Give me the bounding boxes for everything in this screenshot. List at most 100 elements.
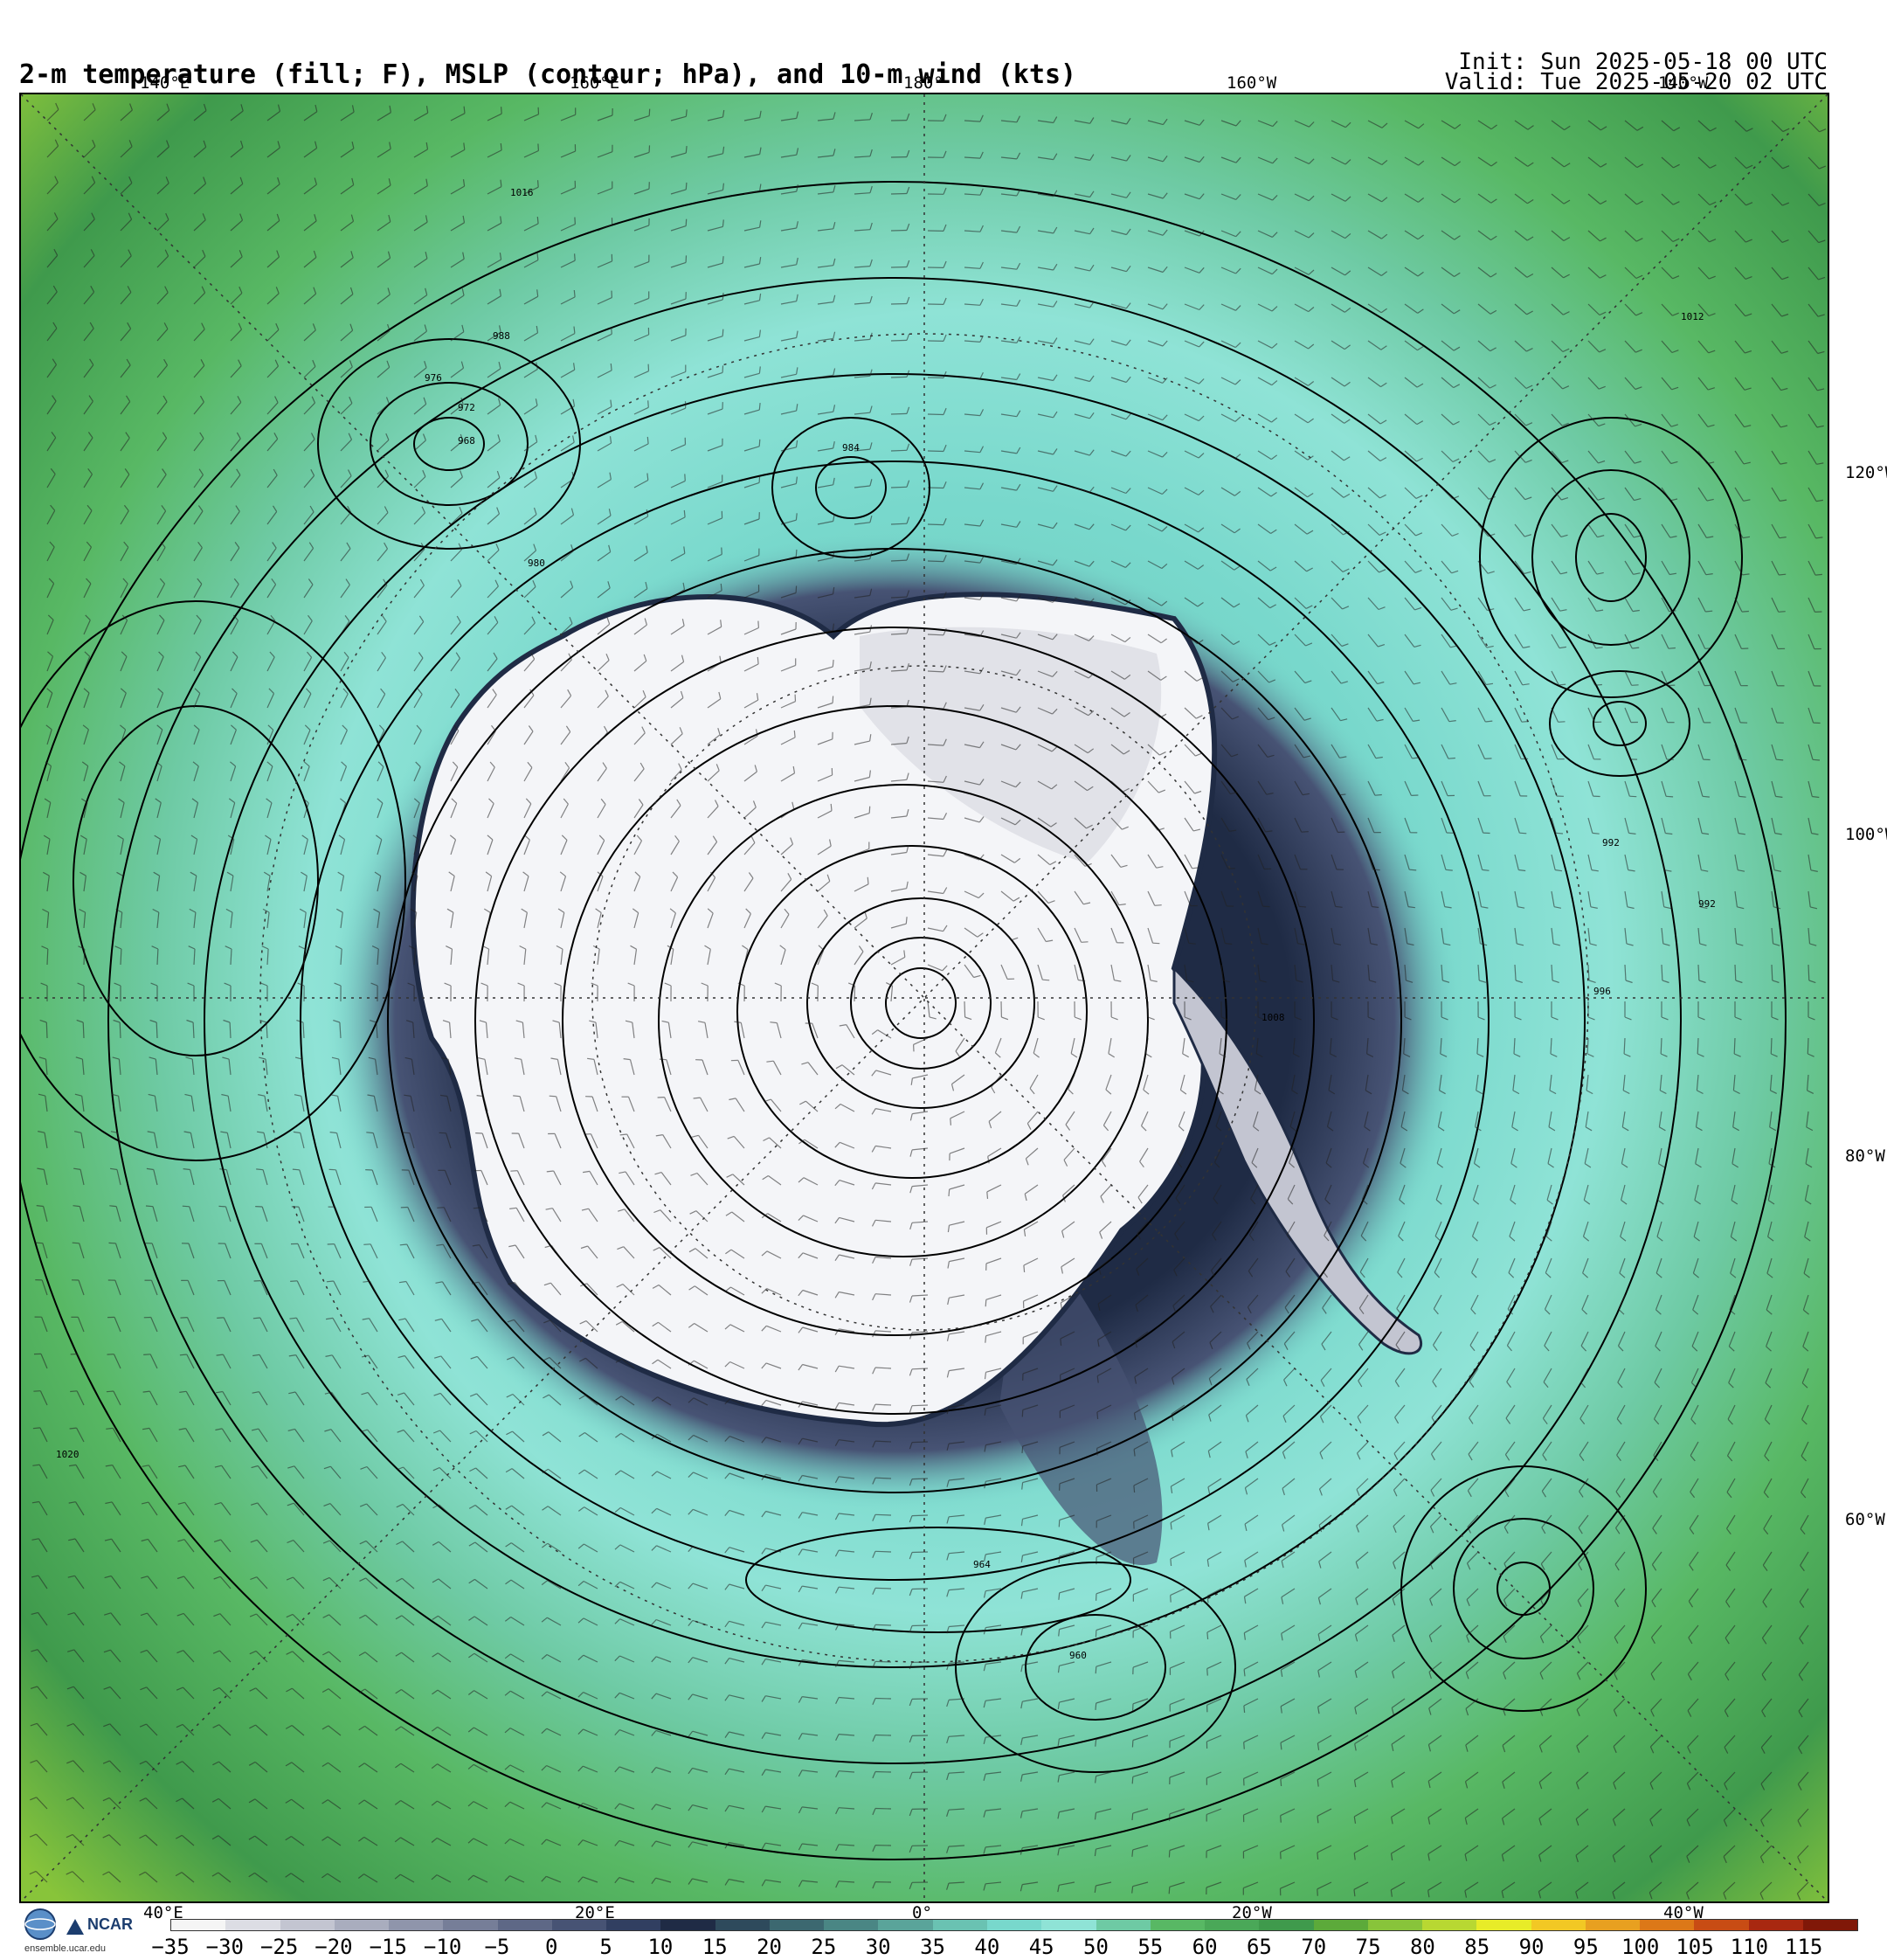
wind-barb xyxy=(890,523,908,525)
lon-label-top: 180° xyxy=(903,73,944,93)
wind-barb-flag xyxy=(439,1132,446,1134)
wind-barb-flag xyxy=(1448,757,1455,759)
map-svg: 1016 988 976 972 968 980 984 964 960 102… xyxy=(21,94,1828,1901)
wind-barb-flag xyxy=(795,585,798,593)
colorbar-swatch xyxy=(986,1920,1042,1930)
wind-barb-flag xyxy=(659,1058,667,1061)
wind-barb-flag xyxy=(758,403,761,411)
pressure-label: 984 xyxy=(842,442,860,454)
wind-barb-flag xyxy=(1131,1740,1134,1748)
wind-barb-flag xyxy=(1668,647,1676,649)
pressure-label: 968 xyxy=(458,435,475,447)
wind-barb-flag xyxy=(1776,758,1784,761)
colorbar-tick-label: −35 xyxy=(151,1935,190,1959)
wind-barb-flag xyxy=(1096,1411,1099,1420)
wind-barb-flag xyxy=(1594,683,1602,686)
wind-barb xyxy=(927,413,944,416)
wind-barb xyxy=(46,948,49,966)
colorbar-tick-label: 100 xyxy=(1621,1935,1660,1959)
wind-barb-flag xyxy=(795,549,798,557)
wind-barb-flag xyxy=(366,1132,374,1134)
wind-barb-flag xyxy=(1814,573,1822,576)
wind-barb-flag xyxy=(513,1095,521,1098)
colorbar-swatch xyxy=(1422,1920,1477,1930)
wind-barb xyxy=(83,948,86,966)
wind-barb xyxy=(911,1624,929,1627)
wind-barb-flag xyxy=(1521,720,1529,723)
wind-barb-flag xyxy=(1317,1888,1318,1896)
wind-barb-flag xyxy=(758,439,761,447)
pressure-label: 1016 xyxy=(510,187,534,198)
wind-barb xyxy=(911,1368,929,1370)
ncar-logo: NCAR ensemble.ucar.edu xyxy=(19,1905,142,1957)
wind-barb-flag xyxy=(646,436,649,444)
pressure-label: 960 xyxy=(1069,1650,1087,1661)
colorbar-swatch xyxy=(715,1920,770,1930)
colorbar-tick-label: 90 xyxy=(1518,1935,1545,1959)
wind-barb xyxy=(1697,1037,1699,1055)
wind-barb-flag xyxy=(610,363,612,371)
colorbar-tick-label: 80 xyxy=(1409,1935,1435,1959)
colorbar-tick-label: 20 xyxy=(757,1935,782,1959)
ncar-label: NCAR xyxy=(87,1915,133,1933)
wind-barb-flag xyxy=(1812,758,1821,761)
wind-barb xyxy=(874,1770,892,1773)
wind-barb-flag xyxy=(180,1317,188,1319)
lon-label-right: 120°W xyxy=(1845,463,1887,482)
wind-barb xyxy=(874,1734,892,1736)
pressure-label: 964 xyxy=(973,1559,991,1570)
wind-barb-flag xyxy=(1081,941,1089,943)
colorbar-tick-label: 95 xyxy=(1572,1935,1599,1959)
wind-barb xyxy=(874,1550,892,1553)
wind-barb-flag xyxy=(1021,1445,1024,1453)
wind-barb-flag xyxy=(1058,1556,1061,1564)
wind-barb-flag xyxy=(1206,1631,1209,1640)
wind-barb xyxy=(45,1022,48,1039)
wind-barb-flag xyxy=(1188,942,1196,945)
wind-barb-flag xyxy=(1555,832,1564,835)
wind-barb-flag xyxy=(1704,648,1712,649)
wind-barb-flag xyxy=(685,182,688,190)
wind-barb-flag xyxy=(757,656,759,664)
colorbar-tick-label: 70 xyxy=(1301,1935,1327,1959)
wind-barb-flag xyxy=(217,1317,225,1319)
wind-barb-flag xyxy=(1558,721,1566,723)
wind-barb-flag xyxy=(399,1243,407,1246)
colorbar-tick-label: 10 xyxy=(647,1935,674,1959)
wind-barb-flag xyxy=(1280,1778,1282,1787)
wind-barb-flag xyxy=(536,216,539,224)
wind-barb-flag xyxy=(795,513,798,521)
colorbar-swatch xyxy=(1150,1920,1206,1930)
wind-barb-flag xyxy=(1023,1264,1026,1272)
wind-barb-flag xyxy=(573,289,576,297)
pressure-label: 1008 xyxy=(1261,1012,1285,1023)
wind-barb xyxy=(1734,964,1737,981)
wind-barb-flag xyxy=(1262,905,1270,908)
wind-barb xyxy=(890,266,908,268)
wind-barb xyxy=(156,1022,158,1039)
wind-barb xyxy=(82,1022,85,1039)
colorbar-swatch xyxy=(660,1920,715,1930)
wind-barb-flag xyxy=(32,1427,40,1430)
temperature-colorbar xyxy=(170,1919,1858,1931)
wind-barb xyxy=(874,1587,892,1589)
wind-barb-flag xyxy=(684,474,686,481)
colorbar-tick-label: −30 xyxy=(205,1935,244,1959)
wind-barb xyxy=(927,560,944,563)
colorbar-tick-label: 75 xyxy=(1355,1935,1381,1959)
wind-barb xyxy=(874,1697,892,1700)
colorbar-swatch xyxy=(1802,1920,1858,1930)
colorbar-swatch xyxy=(1205,1920,1260,1930)
colorbar-tick-label: 35 xyxy=(920,1935,945,1959)
colorbar-tick-label: 15 xyxy=(702,1935,728,1959)
wind-barb xyxy=(890,339,908,342)
colorbar-tick-label: 5 xyxy=(599,1935,612,1959)
wind-barb xyxy=(1771,964,1773,981)
wind-barb-flag xyxy=(143,1354,151,1355)
wind-barb xyxy=(1733,1037,1736,1055)
wind-barb-flag xyxy=(106,1390,114,1393)
lon-label-top: 160°E xyxy=(570,73,620,93)
colorbar-swatch xyxy=(171,1920,226,1930)
wind-barb-flag xyxy=(1206,1668,1208,1676)
pressure-label: 976 xyxy=(425,372,442,384)
